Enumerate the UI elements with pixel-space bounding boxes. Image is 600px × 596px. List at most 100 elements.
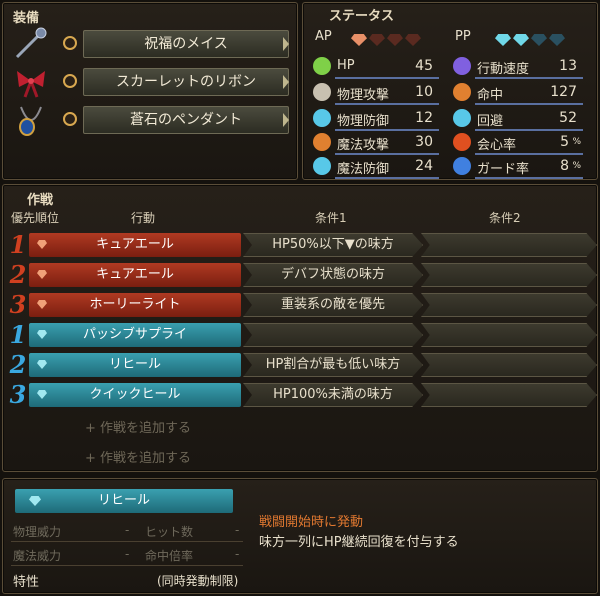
tactic-row[interactable]: 1 パッシブサプライ <box>7 321 597 349</box>
stat-mag-atk: 魔法攻撃 30 <box>313 133 439 155</box>
stat-value: 10 <box>415 84 433 100</box>
tactic-row[interactable]: 1 キュアエール HP50%以下▼の味方 <box>7 231 597 259</box>
equip-slot-accessory1[interactable]: スカーレットのリボン <box>11 65 291 99</box>
stat-label: 行動速度 <box>477 62 530 77</box>
tactic-row[interactable]: 3 クイックヒール HP100%未満の味方 <box>7 381 597 409</box>
add-tactic-button[interactable]: + 作戦を追加する <box>85 447 191 466</box>
action-button[interactable]: パッシブサプライ <box>29 323 241 347</box>
action-button[interactable]: キュアエール <box>29 233 241 257</box>
action-label: キュアエール <box>96 237 174 252</box>
condition-label: HP割合が最も低い味方 <box>265 357 401 372</box>
ap-gem-icon <box>351 34 367 46</box>
tactics-title: 作戦 <box>27 193 54 208</box>
stat-value: 52 <box>559 110 577 126</box>
ap-gem-icon <box>37 240 47 249</box>
stat-value: 45 <box>415 58 433 74</box>
pp-gem-icon <box>513 34 529 46</box>
stat-value: 12 <box>415 110 433 126</box>
detail-stat-value: - <box>125 547 130 561</box>
detail-stat-label: ヒット数 <box>145 525 194 539</box>
stat-underline <box>475 103 583 105</box>
tactics-panel: 作戦 優先順位 行動 条件1 条件2 1 キュアエール HP50%以下▼の味方 … <box>2 184 598 472</box>
condition1-slot[interactable]: 重装系の敵を優先 <box>243 293 423 317</box>
stat-value: 13 <box>559 58 577 74</box>
stat-value: 5 <box>560 134 569 150</box>
stat-underline <box>335 129 439 131</box>
action-button[interactable]: キュアエール <box>29 263 241 287</box>
detail-stat-value: - <box>125 523 130 537</box>
equip-slot-accessory2[interactable]: 蒼石のペンダント <box>11 103 291 137</box>
stat-label: 物理攻撃 <box>337 88 390 103</box>
armor-icon <box>313 109 331 127</box>
tactic-row[interactable]: 2 リヒール HP割合が最も低い味方 <box>7 351 597 379</box>
stat-label: 会心率 <box>477 138 517 153</box>
ribbon-icon <box>13 65 49 99</box>
condition2-slot[interactable] <box>421 323 597 347</box>
stat-underline <box>475 77 583 79</box>
heart-icon <box>313 57 331 75</box>
equip-item-name: 祝福のメイス <box>83 30 289 58</box>
skill-description: 味方一列にHP継続回復を付与する <box>259 535 459 550</box>
stat-underline <box>475 177 583 179</box>
skill-detail-panel: リヒール 物理威力 - ヒット数 - 魔法威力 - 命中倍率 - 特性 (同時発… <box>2 478 598 594</box>
shield-icon <box>453 157 471 175</box>
ap-gem-icon <box>387 34 403 46</box>
divider <box>11 565 243 566</box>
detail-stat-value: - <box>235 523 240 537</box>
mace-icon <box>13 27 49 61</box>
slot-key-icon <box>63 36 77 50</box>
equip-item-name: 蒼石のペンダント <box>83 106 289 134</box>
stat-value: 30 <box>415 134 433 150</box>
tactic-row[interactable]: 2 キュアエール デバフ状態の味方 <box>7 261 597 289</box>
condition1-slot[interactable]: HP100%未満の味方 <box>243 383 423 407</box>
robe-icon <box>313 157 331 175</box>
pp-gem-icon <box>29 496 41 506</box>
action-button[interactable]: クイックヒール <box>29 383 241 407</box>
stat-evasion: 回避 52 <box>453 109 583 131</box>
stat-value: 8 <box>560 158 569 174</box>
pp-gem-icon <box>549 34 565 46</box>
condition1-slot[interactable]: HP50%以下▼の味方 <box>243 233 423 257</box>
equip-slot-weapon[interactable]: 祝福のメイス <box>11 27 291 61</box>
trait-label: 特性 <box>13 575 40 590</box>
condition2-slot[interactable] <box>421 353 597 377</box>
stat-underline <box>335 153 439 155</box>
action-label: ホーリーライト <box>89 297 181 312</box>
stat-unit: % <box>572 137 581 147</box>
trait-value: (同時発動制限) <box>157 574 239 588</box>
stat-accuracy: 命中 127 <box>453 83 583 105</box>
header-cond2: 条件2 <box>489 211 521 225</box>
stat-underline <box>335 77 439 79</box>
detail-stat-label: 命中倍率 <box>145 549 194 563</box>
ap-gem-icon <box>369 34 385 46</box>
target-icon <box>453 83 471 101</box>
action-button[interactable]: リヒール <box>29 353 241 377</box>
condition2-slot[interactable] <box>421 383 597 407</box>
stat-hp: HP 45 <box>313 57 439 79</box>
header-action: 行動 <box>131 211 156 225</box>
divider <box>11 541 243 542</box>
pp-label: PP <box>455 29 471 44</box>
stat-mag-def: 魔法防御 24 <box>313 157 439 179</box>
add-tactic-button[interactable]: + 作戦を追加する <box>85 417 191 436</box>
condition1-slot[interactable] <box>243 323 423 347</box>
wand-icon <box>313 133 331 151</box>
condition1-slot[interactable]: デバフ状態の味方 <box>243 263 423 287</box>
condition2-slot[interactable] <box>421 293 597 317</box>
action-button[interactable]: ホーリーライト <box>29 293 241 317</box>
condition1-slot[interactable]: HP割合が最も低い味方 <box>243 353 423 377</box>
skill-timing: 戦闘開始時に発動 <box>259 515 364 530</box>
condition2-slot[interactable] <box>421 263 597 287</box>
ap-gem-icon <box>405 34 421 46</box>
pp-gem-icon <box>37 330 47 339</box>
stat-label: 魔法攻撃 <box>337 138 390 153</box>
condition-label: 重装系の敵を優先 <box>280 297 385 312</box>
condition-label: HP50%以下▼の味方 <box>272 237 394 252</box>
tactic-row[interactable]: 3 ホーリーライト 重装系の敵を優先 <box>7 291 597 319</box>
stat-underline <box>335 103 439 105</box>
equipment-title: 装備 <box>13 11 40 26</box>
stat-label: 魔法防御 <box>337 162 390 177</box>
header-cond1: 条件1 <box>315 211 347 225</box>
condition-label: デバフ状態の味方 <box>280 267 385 282</box>
condition2-slot[interactable] <box>421 233 597 257</box>
